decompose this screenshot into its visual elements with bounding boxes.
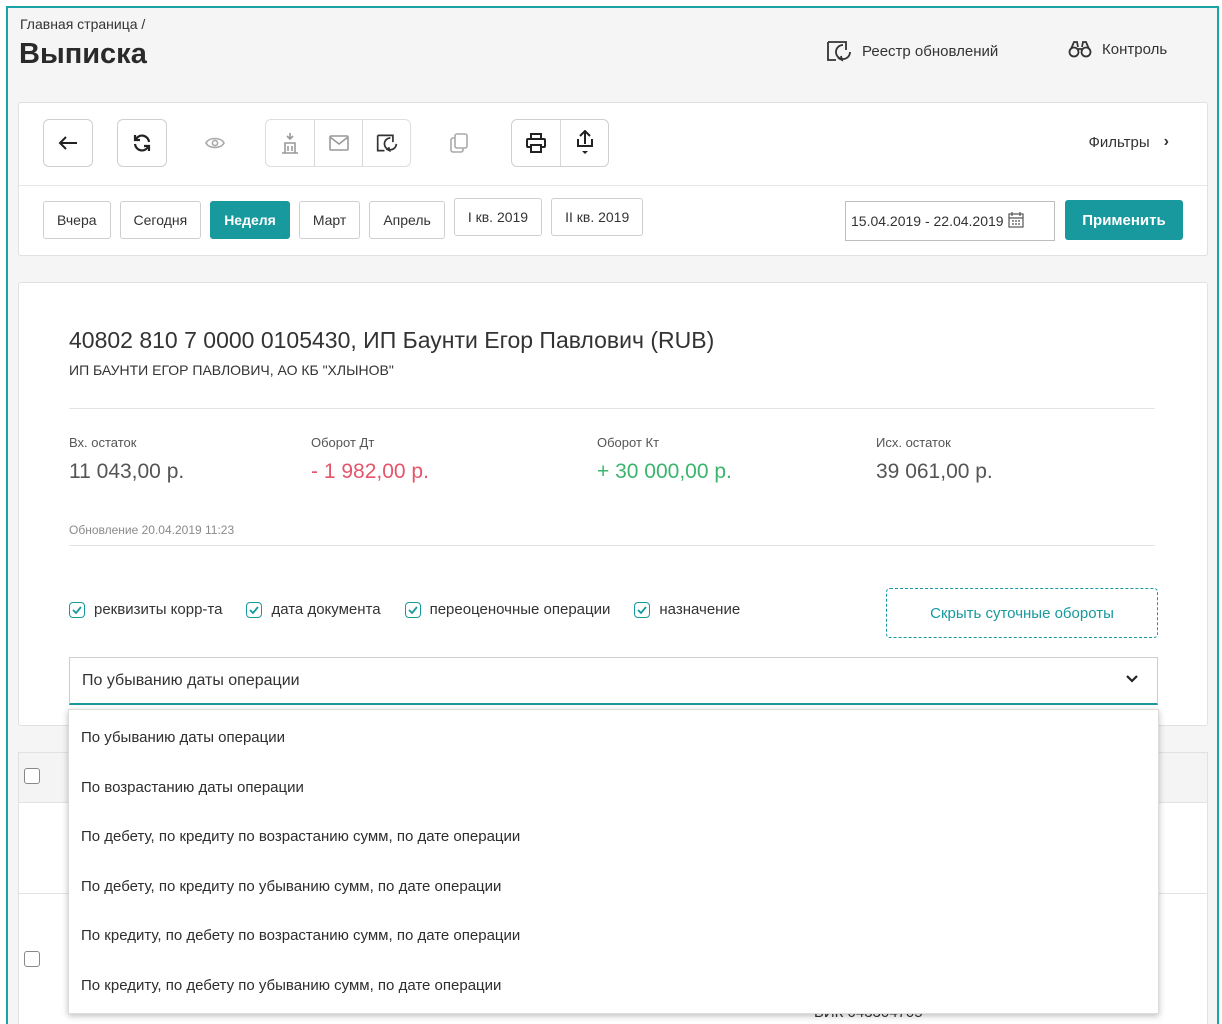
sort-option[interactable]: По дебету, по кредиту по возрастанию сум… [69,812,1158,862]
breadcrumb[interactable]: Главная страница / [20,16,145,32]
refresh-icon [133,134,151,152]
metric-label: Вх. остаток [69,435,137,450]
checkbox-checked-icon [634,601,651,618]
back-button-group [43,119,93,167]
request-updates-button[interactable] [362,120,410,166]
hide-daily-turnovers-button[interactable]: Скрыть суточные обороты [886,588,1158,638]
account-subtitle: ИП БАУНТИ ЕГОР ПАВЛОВИЧ, АО КБ "ХЛЫНОВ" [69,362,394,378]
update-timestamp: Обновление 20.04.2019 11:23 [69,523,235,537]
account-card: 40802 810 7 0000 0105430, ИП Баунти Егор… [18,282,1208,726]
checkbox-revaluation-operations[interactable]: переоценочные операции [404,601,611,618]
sign-button[interactable] [266,120,314,166]
sort-option[interactable]: По убыванию даты операции [69,713,1158,763]
filters-toggle[interactable]: Фильтры › [1089,133,1170,151]
control-link[interactable]: Контроль [1068,40,1167,58]
updates-registry-link[interactable]: Реестр обновлений [826,40,998,62]
arrow-left-icon [58,136,77,150]
checkbox-label: переоценочные операции [429,601,611,618]
metric-debit-turnover: Оборот Дт - 1 982,00 р. [311,435,429,484]
view-button[interactable] [191,119,239,167]
sort-select[interactable]: По убыванию даты операции [69,657,1158,705]
metric-value: + 30 000,00 р. [597,460,732,483]
display-options: реквизиты корр-та дата документа переоце… [69,601,740,618]
sort-option[interactable]: По кредиту, по дебету по возрастанию сум… [69,911,1158,961]
upload-icon [576,130,593,154]
period-q2-2019[interactable]: II кв. 2019 [551,198,644,236]
metric-opening-balance: Вх. остаток 11 043,00 р. [69,435,184,484]
updates-registry-icon [826,40,852,62]
chevron-right-icon: › [1163,133,1169,150]
date-range-value: 15.04.2019 - 22.04.2019 [851,213,1004,229]
sign-stamp-icon [282,133,298,154]
document-actions-group [265,119,411,167]
period-today[interactable]: Сегодня [119,201,202,239]
export-button[interactable] [560,120,608,166]
envelope-icon [328,135,349,151]
account-divider [69,408,1155,409]
period-q1-2019[interactable]: I кв. 2019 [453,198,543,236]
updates-registry-label: Реестр обновлений [862,42,999,60]
sort-dropdown-menu: По убыванию даты операции По возрастанию… [68,709,1159,1014]
checkbox-label: реквизиты корр-та [94,601,223,618]
checkbox-label: назначение [659,601,741,618]
select-all-checkbox[interactable] [24,768,40,784]
eye-icon [205,137,225,149]
metric-label: Оборот Дт [311,435,375,450]
apply-button[interactable]: Применить [1065,200,1183,240]
period-week[interactable]: Неделя [210,201,290,239]
chevron-down-icon [1126,675,1138,683]
checkbox-document-date[interactable]: дата документа [246,601,381,618]
binoculars-icon [1068,40,1092,58]
checkbox-purpose[interactable]: назначение [634,601,740,618]
sort-select-value: По убыванию даты операции [82,671,300,689]
metric-label: Оборот Кт [597,435,660,450]
page-title: Выписка [19,38,147,70]
metric-value: 39 061,00 р. [876,460,993,483]
period-yesterday[interactable]: Вчера [43,201,111,239]
printer-icon [526,133,546,153]
row-checkbox[interactable] [24,951,40,967]
checkbox-label: дата документа [271,601,381,618]
sort-option[interactable]: По кредиту, по дебету по убыванию сумм, … [69,961,1158,1011]
date-range-input[interactable]: 15.04.2019 - 22.04.2019 [845,201,1055,241]
filters-label: Фильтры [1088,133,1150,151]
toolbar-card: Фильтры › Вчера Сегодня Неделя Март Апре… [18,102,1208,256]
checkbox-checked-icon [404,601,421,618]
metric-credit-turnover: Оборот Кт + 30 000,00 р. [597,435,732,484]
back-button[interactable] [44,120,92,166]
print-button[interactable] [512,120,560,166]
period-april[interactable]: Апрель [369,201,445,239]
sort-option[interactable]: По дебету, по кредиту по убыванию сумм, … [69,862,1158,912]
checkbox-counterparty-details[interactable]: реквизиты корр-та [69,601,222,618]
period-march[interactable]: Март [298,201,361,239]
metric-label: Исх. остаток [876,435,951,450]
metric-value: 11 043,00 р. [69,460,185,483]
print-export-group [511,119,609,167]
checkbox-checked-icon [69,601,85,618]
copy-button[interactable] [435,119,483,167]
period-buttons: Вчера Сегодня Неделя Март Апрель I кв. 2… [43,198,644,239]
refresh-button[interactable] [118,120,166,166]
updates-registry-icon [376,134,397,153]
metric-closing-balance: Исх. остаток 39 061,00 р. [876,435,993,484]
sort-option[interactable]: По возрастанию даты операции [69,763,1158,813]
email-button[interactable] [314,120,362,166]
account-title: 40802 810 7 0000 0105430, ИП Баунти Егор… [69,327,715,353]
toolbar-divider [19,185,1207,186]
copy-icon [450,133,468,153]
account-divider [69,545,1155,546]
checkbox-checked-icon [246,601,263,618]
control-label: Контроль [1102,40,1168,58]
refresh-button-group [117,119,167,167]
calendar-icon[interactable] [1007,211,1024,231]
metric-value: - 1 982,00 р. [311,460,429,483]
